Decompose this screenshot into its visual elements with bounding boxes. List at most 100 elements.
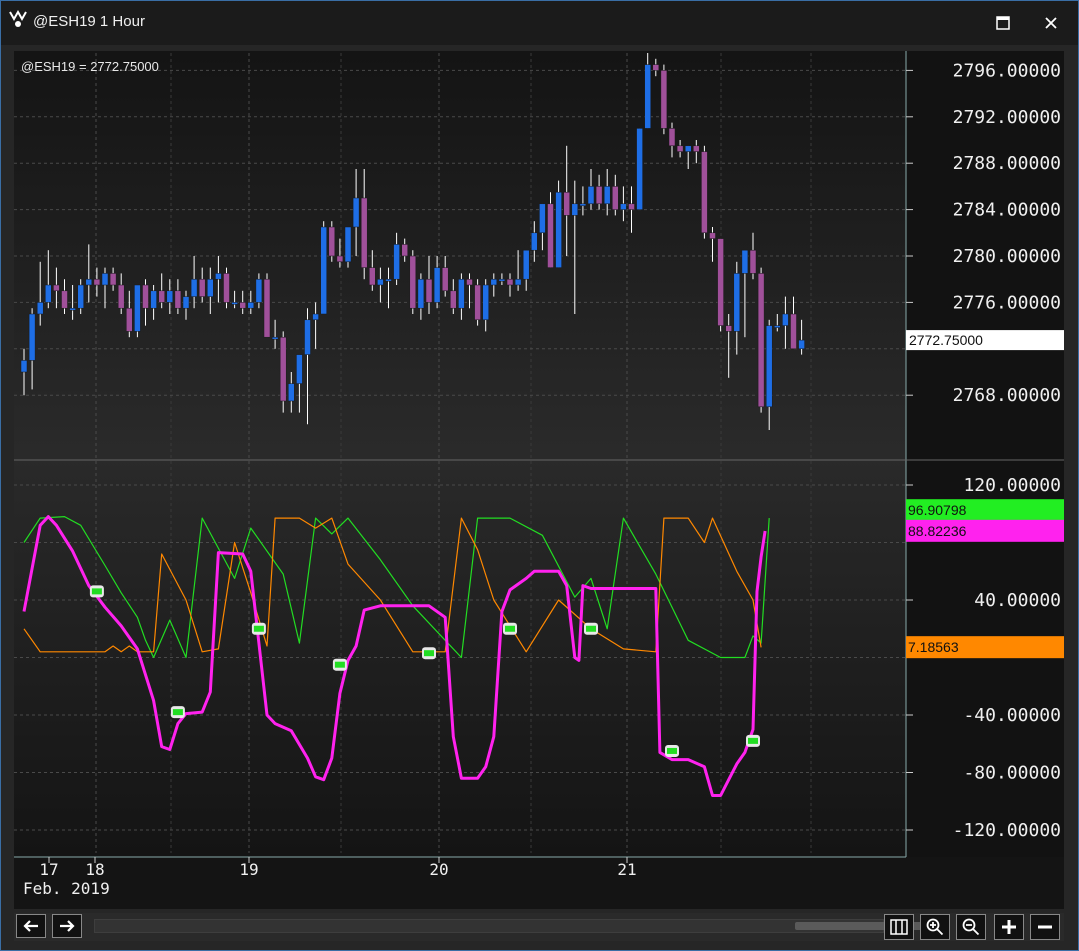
candle-body bbox=[328, 226, 336, 257]
candle-body bbox=[198, 278, 206, 297]
candle-body bbox=[409, 255, 417, 309]
x-tick-label: 17 bbox=[39, 860, 58, 879]
price-y-tick-label: 2792.00000 bbox=[953, 107, 1061, 128]
candle-body bbox=[620, 203, 627, 210]
candle-body bbox=[369, 267, 376, 286]
candle-body bbox=[693, 145, 700, 152]
candle-body bbox=[174, 290, 182, 309]
candle-body bbox=[425, 278, 433, 303]
candle-body bbox=[782, 313, 789, 326]
plot-background bbox=[14, 51, 906, 857]
candle-body bbox=[134, 284, 141, 332]
candle-body bbox=[336, 255, 344, 263]
zoom-out-button[interactable] bbox=[956, 914, 986, 940]
candle-body bbox=[482, 284, 489, 321]
horizontal-scrollbar[interactable] bbox=[94, 919, 925, 933]
candle-body bbox=[539, 203, 546, 234]
symbol-label: @ESH19 = 2772.75000 bbox=[21, 59, 159, 74]
signal-marker-center bbox=[172, 709, 183, 716]
x-tick-label: 21 bbox=[617, 860, 636, 879]
candle-body bbox=[733, 273, 741, 332]
candle-body bbox=[385, 278, 392, 282]
price-y-tick-label: 2780.00000 bbox=[953, 246, 1061, 267]
candle-body bbox=[288, 383, 295, 402]
signal-marker-center bbox=[586, 625, 596, 632]
candle-body bbox=[652, 64, 660, 71]
scroll-right-button[interactable] bbox=[52, 914, 82, 938]
osc-y-tick-label: -120.00000 bbox=[953, 820, 1061, 841]
candle-body bbox=[555, 191, 562, 268]
candle-body bbox=[474, 284, 481, 321]
arrow-left-icon bbox=[23, 920, 38, 932]
candle-body bbox=[441, 267, 449, 292]
candle-body bbox=[231, 302, 238, 305]
zoom-in-icon bbox=[926, 918, 944, 936]
candle-body bbox=[377, 278, 384, 286]
scroll-left-button[interactable] bbox=[16, 914, 46, 938]
candle-body bbox=[749, 249, 757, 274]
candle-body bbox=[798, 339, 805, 350]
price-y-tick-label: 2796.00000 bbox=[953, 60, 1061, 81]
candle-body bbox=[182, 296, 190, 309]
candle-body bbox=[466, 278, 473, 286]
candle-body bbox=[571, 203, 579, 216]
candle-body bbox=[304, 319, 311, 355]
signal-marker-center bbox=[334, 661, 345, 668]
add-button[interactable] bbox=[994, 914, 1024, 940]
candle-body bbox=[676, 145, 684, 152]
x-tick-label: 20 bbox=[429, 860, 448, 879]
candle-body bbox=[360, 197, 368, 268]
candle-body bbox=[223, 273, 230, 303]
x-tick-label: 19 bbox=[239, 860, 258, 879]
candle-body bbox=[53, 284, 60, 292]
arrow-right-icon bbox=[60, 920, 75, 932]
chart-area[interactable]: 2796.00000 2792.00000 2788.00000 2784.00000… bbox=[1, 1, 1078, 913]
signal-marker-center bbox=[748, 737, 758, 744]
candle-body bbox=[790, 313, 797, 350]
candle-body bbox=[636, 128, 643, 210]
candle-body bbox=[595, 186, 603, 205]
candle-body bbox=[765, 325, 773, 408]
candle-body bbox=[352, 197, 360, 228]
candle-body bbox=[239, 302, 246, 309]
candle-body bbox=[45, 284, 52, 303]
x-axis-background bbox=[14, 857, 1064, 909]
signal-marker-center bbox=[667, 747, 677, 754]
candle-body bbox=[401, 244, 408, 257]
candle-body bbox=[296, 354, 303, 384]
candle-body bbox=[660, 70, 668, 129]
value-badge-label-green: 96.90798 bbox=[908, 502, 967, 518]
chart-window: @ESH19 1 Hour 2796.00000 2792.00000 2788… bbox=[0, 0, 1079, 951]
x-date-label: Feb. 2019 bbox=[23, 879, 110, 898]
candle-body bbox=[603, 186, 611, 205]
candle-body bbox=[320, 226, 327, 315]
candle-body bbox=[522, 249, 530, 280]
candle-body bbox=[77, 284, 84, 309]
candle-body bbox=[247, 302, 255, 309]
signal-marker-center bbox=[424, 650, 434, 657]
bottom-toolbar bbox=[14, 913, 1064, 941]
candle-body bbox=[20, 360, 28, 373]
candle-body bbox=[93, 278, 101, 286]
candle-body bbox=[668, 128, 676, 147]
candle-body bbox=[255, 278, 263, 303]
candle-body bbox=[393, 244, 400, 280]
candle-body bbox=[36, 302, 44, 315]
zoom-in-button[interactable] bbox=[920, 914, 950, 940]
candle-body bbox=[458, 278, 465, 309]
candle-body bbox=[563, 191, 570, 216]
candle-body bbox=[150, 290, 157, 309]
value-badge-label-orange: 7.18563 bbox=[908, 639, 959, 655]
candle-body bbox=[644, 64, 651, 129]
price-y-tick-label: 2788.00000 bbox=[953, 153, 1061, 174]
columns-button[interactable] bbox=[884, 914, 914, 940]
candle-body bbox=[166, 290, 174, 303]
zoom-out-icon bbox=[962, 918, 980, 936]
candle-body bbox=[547, 203, 554, 268]
candle-body bbox=[741, 249, 749, 274]
candle-body bbox=[531, 232, 538, 251]
candle-body bbox=[612, 186, 619, 210]
remove-button[interactable] bbox=[1030, 914, 1060, 940]
x-tick-label: 18 bbox=[85, 860, 104, 879]
candle-body bbox=[709, 232, 716, 239]
